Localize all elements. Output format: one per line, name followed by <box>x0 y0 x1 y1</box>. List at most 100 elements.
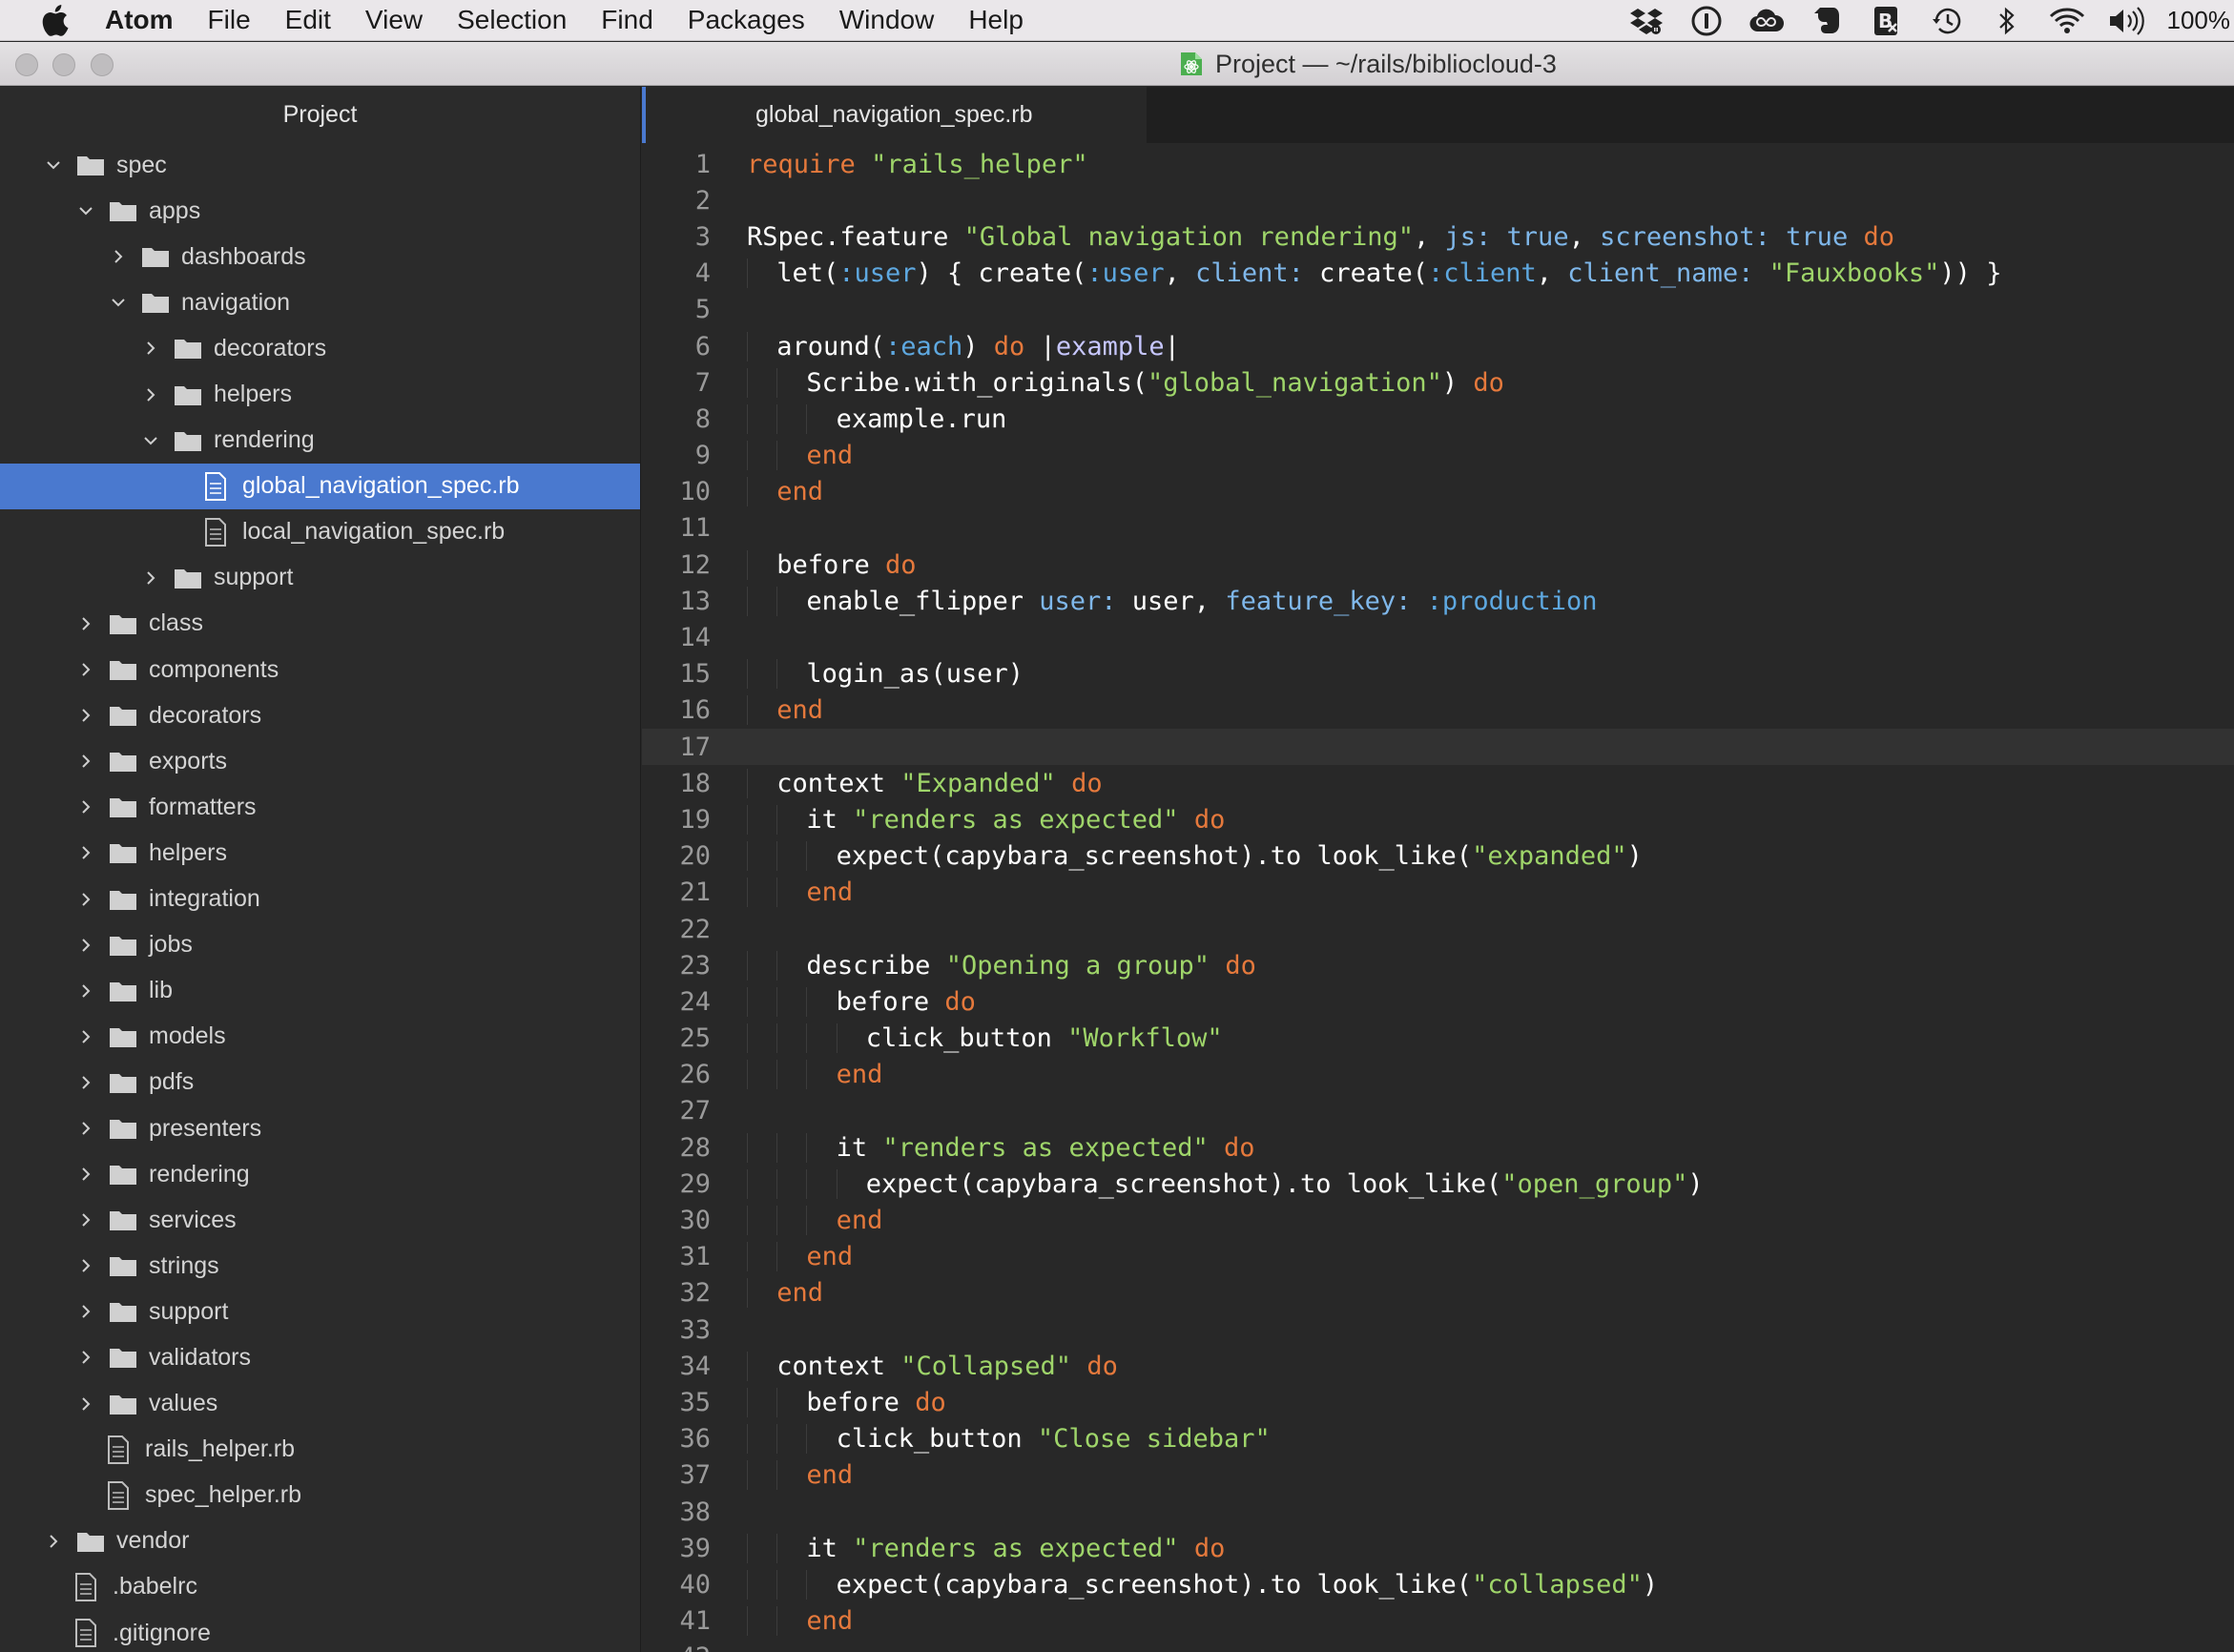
tree-folder[interactable]: decorators <box>0 325 640 371</box>
chevron-right-icon[interactable] <box>76 797 95 816</box>
chevron-right-icon[interactable] <box>76 890 95 909</box>
menu-find[interactable]: Find <box>601 5 652 35</box>
code-line[interactable]: 2 <box>642 182 2234 218</box>
code-line[interactable]: 22 <box>642 911 2234 947</box>
code-line[interactable]: 26 end <box>642 1057 2234 1093</box>
tree-folder[interactable]: class <box>0 601 640 647</box>
code-line[interactable]: 33 <box>642 1311 2234 1348</box>
tree-folder[interactable]: validators <box>0 1334 640 1380</box>
code-line[interactable]: 3 RSpec.feature "Global navigation render… <box>642 218 2234 255</box>
code-line[interactable]: 6 around(:each) do |example| <box>642 328 2234 364</box>
code-line[interactable]: 7 Scribe.with_originals("global_navigatio… <box>642 364 2234 401</box>
chevron-down-icon[interactable] <box>44 155 63 175</box>
code-line[interactable]: 16 end <box>642 692 2234 729</box>
tree-folder[interactable]: jobs <box>0 922 640 968</box>
bluetooth-icon[interactable] <box>1987 3 2027 39</box>
tree-folder[interactable]: vendor <box>0 1518 640 1564</box>
code-line[interactable]: 40 expect(capybara_screenshot).to look_li… <box>642 1566 2234 1602</box>
menu-edit[interactable]: Edit <box>285 5 331 35</box>
tree-folder[interactable]: helpers <box>0 371 640 417</box>
tree-folder[interactable]: strings <box>0 1243 640 1289</box>
menu-selection[interactable]: Selection <box>457 5 567 35</box>
zoom-window-button[interactable] <box>91 53 114 76</box>
chevron-right-icon[interactable] <box>76 1073 95 1092</box>
code-line[interactable]: 11 <box>642 510 2234 547</box>
chevron-right-icon[interactable] <box>76 1302 95 1321</box>
dropbox-icon[interactable] <box>1626 3 1666 39</box>
tree-folder[interactable]: exports <box>0 738 640 784</box>
code-line[interactable]: 39 it "renders as expected" do <box>642 1530 2234 1566</box>
tree-folder[interactable]: components <box>0 647 640 692</box>
chevron-right-icon[interactable] <box>76 1210 95 1229</box>
chevron-right-icon[interactable] <box>109 247 128 266</box>
code-line[interactable]: 13 enable_flipper user: user, feature_key… <box>642 583 2234 619</box>
chevron-down-icon[interactable] <box>141 431 160 450</box>
code-line[interactable]: 35 before do <box>642 1384 2234 1420</box>
chevron-right-icon[interactable] <box>44 1532 63 1551</box>
tree-folder[interactable]: presenters <box>0 1105 640 1151</box>
code-line[interactable]: 1 require "rails_helper" <box>642 146 2234 182</box>
apple-icon[interactable] <box>36 1 72 39</box>
tree-folder[interactable]: helpers <box>0 830 640 876</box>
code-line[interactable]: 17 <box>642 729 2234 766</box>
tree-folder[interactable]: navigation <box>0 279 640 325</box>
code-line[interactable]: 23 describe "Opening a group" do <box>642 947 2234 983</box>
code-line[interactable]: 34 context "Collapsed" do <box>642 1348 2234 1384</box>
menu-app-name[interactable]: Atom <box>105 5 174 35</box>
tree-folder[interactable]: spec <box>0 142 640 188</box>
code-line[interactable]: 21 end <box>642 875 2234 911</box>
tree-file[interactable]: local_navigation_spec.rb <box>0 509 640 555</box>
tree-folder[interactable]: dashboards <box>0 234 640 279</box>
code-line[interactable]: 36 click_button "Close sidebar" <box>642 1421 2234 1457</box>
chevron-right-icon[interactable] <box>141 339 160 358</box>
tree-folder[interactable]: rendering <box>0 418 640 464</box>
code-line[interactable]: 5 <box>642 292 2234 328</box>
volume-icon[interactable] <box>2107 3 2147 39</box>
tree-folder[interactable]: formatters <box>0 784 640 830</box>
onepassword-icon[interactable] <box>1686 3 1727 39</box>
wifi-icon[interactable] <box>2047 3 2087 39</box>
chevron-right-icon[interactable] <box>76 1165 95 1184</box>
chevron-right-icon[interactable] <box>76 1394 95 1414</box>
tree-folder[interactable]: integration <box>0 877 640 922</box>
chevron-down-icon[interactable] <box>109 293 128 312</box>
chevron-right-icon[interactable] <box>76 843 95 862</box>
tree-folder[interactable]: lib <box>0 968 640 1014</box>
time-machine-icon[interactable] <box>1927 3 1967 39</box>
chevron-right-icon[interactable] <box>76 1027 95 1046</box>
menu-help[interactable]: Help <box>968 5 1024 35</box>
tree-file[interactable]: rails_helper.rb <box>0 1427 640 1473</box>
code-line[interactable]: 41 end <box>642 1603 2234 1640</box>
chevron-right-icon[interactable] <box>76 936 95 955</box>
code-line[interactable]: 27 <box>642 1093 2234 1129</box>
code-line[interactable]: 20 expect(capybara_screenshot).to look_li… <box>642 838 2234 875</box>
tree-file[interactable]: spec_helper.rb <box>0 1473 640 1518</box>
code-line[interactable]: 31 end <box>642 1239 2234 1275</box>
battery-percentage[interactable]: 100% <box>2167 6 2231 35</box>
menu-window[interactable]: Window <box>839 5 935 35</box>
code-line[interactable]: 8 example.run <box>642 401 2234 437</box>
code-line[interactable]: 38 <box>642 1494 2234 1530</box>
code-line[interactable]: 4 let(:user) { create(:user, client: crea… <box>642 256 2234 292</box>
tree-folder[interactable]: support <box>0 1289 640 1334</box>
chevron-right-icon[interactable] <box>141 568 160 588</box>
chevron-right-icon[interactable] <box>76 1119 95 1138</box>
chevron-down-icon[interactable] <box>76 201 95 220</box>
menu-packages[interactable]: Packages <box>688 5 805 35</box>
tree-file[interactable]: .babelrc <box>0 1564 640 1610</box>
chevron-right-icon[interactable] <box>76 752 95 771</box>
tab-global-navigation-spec[interactable]: global_navigation_spec.rb <box>642 87 1147 143</box>
code-line[interactable]: 10 end <box>642 474 2234 510</box>
code-line[interactable]: 32 end <box>642 1275 2234 1311</box>
chevron-right-icon[interactable] <box>76 614 95 633</box>
menu-view[interactable]: View <box>365 5 423 35</box>
creative-cloud-icon[interactable] <box>1747 3 1787 39</box>
code-line[interactable]: 24 before do <box>642 983 2234 1020</box>
tree-folder[interactable]: models <box>0 1014 640 1060</box>
tree-folder[interactable]: pdfs <box>0 1060 640 1105</box>
tree-folder[interactable]: services <box>0 1197 640 1243</box>
menu-file[interactable]: File <box>208 5 251 35</box>
tree-file[interactable]: global_navigation_spec.rb <box>0 463 640 509</box>
tree-folder[interactable]: support <box>0 555 640 601</box>
code-line[interactable]: 18 context "Expanded" do <box>642 765 2234 801</box>
